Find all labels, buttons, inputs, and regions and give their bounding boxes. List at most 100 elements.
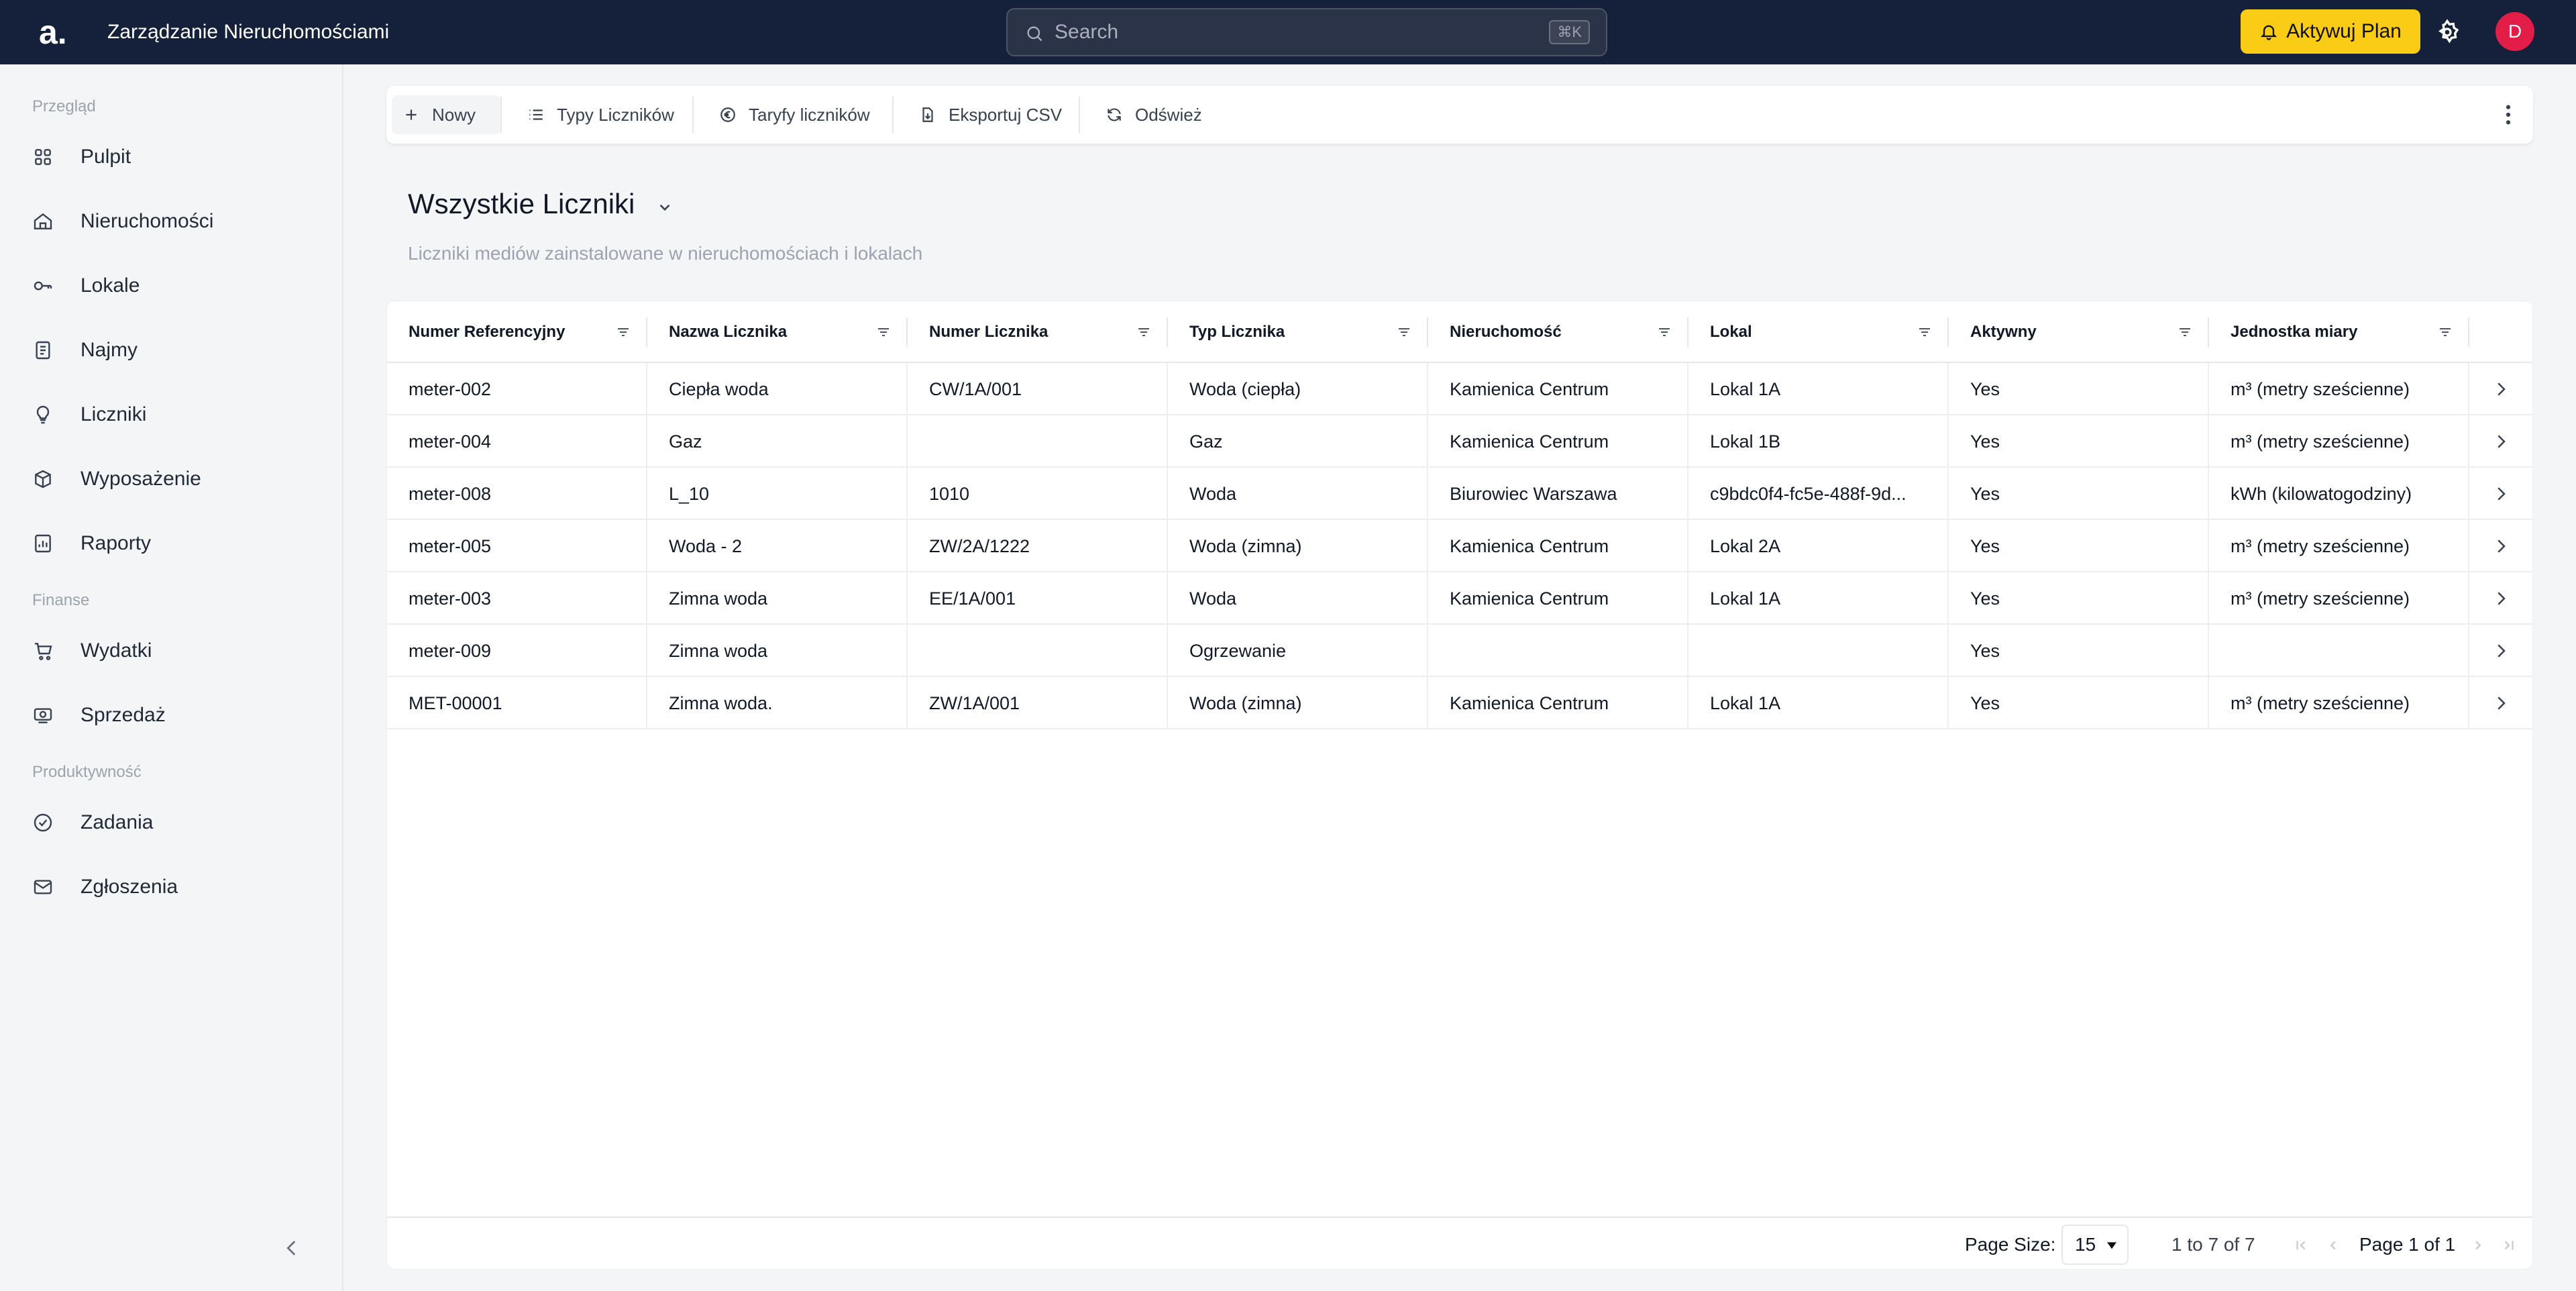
chevron-right-icon[interactable] (2491, 536, 2511, 556)
column-header-unit[interactable]: Lokal (1688, 301, 1949, 363)
sidebar-item-nieruchomosci[interactable]: Nieruchomości (32, 201, 314, 242)
table-row[interactable]: meter-008 L_10 1010 Woda Biurowiec Warszawa c… (387, 468, 2532, 520)
cell-text: meter-004 (409, 431, 492, 452)
filter-icon[interactable] (875, 324, 892, 340)
column-header-active[interactable]: Aktywny (1949, 301, 2209, 363)
sidebar-item-pulpit[interactable]: Pulpit (32, 137, 314, 177)
sidebar-item-label: Pulpit (80, 146, 131, 168)
last-page-icon[interactable] (2502, 1238, 2516, 1253)
cell-name: Gaz (647, 415, 908, 468)
table-row[interactable]: meter-003 Zimna woda EE/1A/001 Woda Kamienic… (387, 572, 2532, 625)
cell-text: Gaz (1189, 431, 1223, 452)
cell-meter-number: ZW/2A/1222 (908, 520, 1168, 572)
sidebar-item-wydatki[interactable]: Wydatki (32, 631, 314, 671)
cell-measure-unit: kWh (kilowatogodziny) (2209, 468, 2469, 520)
toolbar-divider (892, 97, 894, 133)
meters-table: Numer Referencyjny Nazwa Licznika Numer … (386, 301, 2533, 1270)
filter-icon[interactable] (1656, 324, 1672, 340)
chevron-down-icon[interactable] (655, 199, 675, 216)
table-row[interactable]: MET-00001 Zimna woda. ZW/1A/001 Woda (zimna… (387, 677, 2532, 729)
collapse-sidebar-icon[interactable] (280, 1235, 303, 1261)
sidebar-section-finance: Finanse (32, 591, 90, 609)
first-page-icon[interactable] (2294, 1238, 2308, 1253)
sidebar-item-zadania[interactable]: Zadania (32, 803, 314, 843)
cell-text: meter-003 (409, 588, 492, 609)
column-header-measure-unit[interactable]: Jednostka miary (2209, 301, 2469, 363)
search-input[interactable] (1055, 19, 1457, 46)
export-csv-button[interactable]: Eksportuj CSV (908, 95, 1073, 134)
filter-icon[interactable] (1917, 324, 1933, 340)
page-title[interactable]: Wszystkie Liczniki (408, 188, 635, 220)
cell-text: Yes (1970, 640, 2000, 661)
page-indicator: Page 1 of 1 (2359, 1234, 2456, 1255)
filter-icon[interactable] (615, 324, 631, 340)
chevron-right-icon[interactable] (2491, 693, 2511, 713)
page-size-select[interactable]: 15 (2061, 1225, 2129, 1265)
caret-down-icon (2107, 1242, 2116, 1249)
column-header-reference[interactable]: Numer Referencyjny (387, 301, 647, 363)
chevron-right-icon[interactable] (2491, 484, 2511, 504)
cell-type: Woda (zimna) (1168, 520, 1428, 572)
cell-text: Kamienica Centrum (1450, 692, 1609, 713)
column-header-label: Nieruchomość (1450, 323, 1562, 341)
cell-text: 1010 (929, 483, 970, 504)
more-options-icon[interactable] (2504, 103, 2513, 126)
toolbar-divider (500, 97, 502, 133)
meter-types-button[interactable]: Typy Liczników (517, 95, 685, 134)
cell-text: Lokal 1A (1710, 378, 1781, 399)
new-button-label: Nowy (432, 104, 476, 125)
column-header-name[interactable]: Nazwa Licznika (647, 301, 908, 363)
column-header-label: Nazwa Licznika (669, 323, 788, 341)
refresh-button[interactable]: Odśwież (1095, 95, 1213, 134)
cell-text: Lokal 1A (1710, 692, 1781, 713)
filter-icon[interactable] (1136, 324, 1152, 340)
sidebar-item-zgloszenia[interactable]: Zgłoszenia (32, 867, 314, 907)
action-toolbar: Nowy Typy Liczników Taryfy liczników Eks… (386, 86, 2533, 144)
cell-name: L_10 (647, 468, 908, 520)
sidebar-item-raporty[interactable]: Raporty (32, 523, 314, 564)
cell-text: m³ (metry sześcienne) (2231, 588, 2410, 609)
cell-text: CW/1A/001 (929, 378, 1022, 399)
user-avatar[interactable]: D (2496, 12, 2534, 51)
cell-text: Yes (1970, 431, 2000, 452)
export-csv-label: Eksportuj CSV (949, 104, 1063, 125)
filter-icon[interactable] (2437, 324, 2453, 340)
app-logo[interactable]: a. (39, 12, 79, 52)
search-box[interactable]: ⌘K (1006, 8, 1607, 56)
table-row[interactable]: meter-002 Ciepła woda CW/1A/001 Woda (ciepł… (387, 363, 2532, 415)
chevron-right-icon[interactable] (2491, 641, 2511, 661)
column-header-meter-type[interactable]: Typ Licznika (1168, 301, 1428, 363)
table-row[interactable]: meter-004 Gaz Gaz Kamienica Centrum Lokal 1B… (387, 415, 2532, 468)
pagination-bar: Page Size: 15 1 to 7 of 7 Page 1 of 1 (387, 1217, 2532, 1269)
table-row[interactable]: meter-005 Woda - 2 ZW/2A/1222 Woda (zimna) K… (387, 520, 2532, 572)
sidebar-item-wyposazenie[interactable]: Wyposażenie (32, 459, 314, 499)
sidebar-item-sprzedaz[interactable]: Sprzedaż (32, 695, 314, 735)
bell-icon (2260, 25, 2277, 40)
chevron-right-icon[interactable] (2491, 588, 2511, 609)
previous-page-icon[interactable] (2326, 1238, 2341, 1253)
cell-text: m³ (metry sześcienne) (2231, 535, 2410, 556)
cell-text: Biurowiec Warszawa (1450, 483, 1617, 504)
table-row[interactable]: meter-009 Zimna woda Ogrzewanie Yes (387, 625, 2532, 677)
plus-icon (406, 109, 417, 120)
meter-tariffs-button[interactable]: Taryfy liczników (708, 95, 881, 134)
cell-text: meter-005 (409, 535, 492, 556)
filter-icon[interactable] (2177, 324, 2193, 340)
column-header-meter-number[interactable]: Numer Licznika (908, 301, 1168, 363)
chevron-right-icon[interactable] (2491, 431, 2511, 452)
cell-text: meter-002 (409, 378, 492, 399)
gear-icon[interactable] (2434, 19, 2461, 46)
new-button[interactable]: Nowy (392, 95, 502, 134)
chevron-right-icon[interactable] (2491, 379, 2511, 399)
sidebar-item-najmy[interactable]: Najmy (32, 330, 314, 370)
table-header: Numer Referencyjny Nazwa Licznika Numer … (387, 301, 2532, 363)
cell-type: Woda (1168, 468, 1428, 520)
column-header-property[interactable]: Nieruchomość (1428, 301, 1688, 363)
cell-active: Yes (1949, 363, 2209, 415)
sidebar-item-lokale[interactable]: Lokale (32, 266, 314, 306)
cell-measure-unit: m³ (metry sześcienne) (2209, 415, 2469, 468)
upgrade-plan-button[interactable]: Aktywuj Plan (2241, 9, 2420, 54)
next-page-icon[interactable] (2471, 1238, 2485, 1253)
filter-icon[interactable] (1396, 324, 1412, 340)
sidebar-item-liczniki[interactable]: Liczniki (32, 395, 314, 435)
